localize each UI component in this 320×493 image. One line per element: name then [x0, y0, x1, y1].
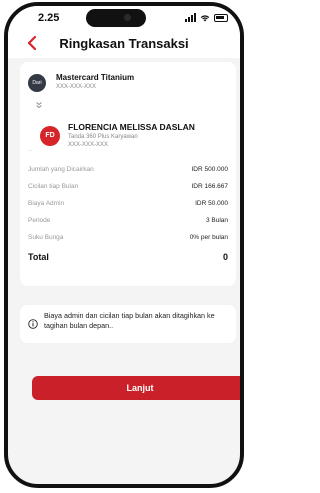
detail-list: Jumlah yang Dicairkan IDR 500.000 Cicila…: [28, 162, 228, 267]
detail-row-amount: Jumlah yang Dicairkan IDR 500.000: [28, 162, 228, 179]
detail-value: 0% per bulan: [189, 234, 228, 241]
detail-row-interest: Suku Bunga 0% per bulan: [28, 230, 228, 247]
total-row: Total 0: [28, 247, 228, 267]
info-note-text: Biaya admin dan cicilan tiap bulan akan …: [44, 311, 215, 330]
destination-avatar: FD: [40, 126, 60, 146]
continue-button[interactable]: Lanjut: [32, 376, 240, 400]
detail-value: 3 Bulan: [205, 217, 228, 224]
detail-label: Suku Bunga: [28, 234, 64, 241]
detail-row-installment: Cicilan tiap Bulan IDR 166.667: [28, 179, 228, 196]
source-account-name: Mastercard Titanium: [56, 73, 135, 82]
transaction-summary-card: Dari Mastercard Titanium XXX-XXX-XXX Jum…: [20, 62, 236, 286]
source-account-number: XXX-XXX-XXX: [56, 84, 97, 90]
status-bar: 2.25: [8, 6, 240, 32]
camera-notch: [86, 9, 146, 27]
detail-label: Biaya Admin: [28, 200, 65, 207]
wifi-icon: [200, 15, 210, 21]
total-value: 0: [222, 252, 228, 262]
detail-label: Jumlah yang Dicairkan: [28, 166, 94, 173]
destination-product: Tanda 360 Plus Karyawan: [68, 134, 138, 140]
source-account: Dari Mastercard Titanium XXX-XXX-XXX: [28, 70, 228, 100]
phone-frame: 2.25 Ringkasan Transaksi Dari Mastercard…: [4, 2, 244, 488]
detail-value: IDR 166.667: [191, 183, 229, 190]
source-avatar: Dari: [28, 74, 46, 92]
detail-row-period: Periode 3 Bulan: [28, 213, 228, 230]
detail-label: Periode: [28, 217, 51, 224]
destination-name: FLORENCIA MELISSA DASLAN: [68, 122, 195, 132]
destination-account: FD FLORENCIA MELISSA DASLAN Tanda 360 Pl…: [32, 116, 236, 156]
signal-icon: [185, 13, 196, 22]
page-header: Ringkasan Transaksi: [8, 32, 240, 58]
info-note-card: Biaya admin dan cicilan tiap bulan akan …: [20, 305, 236, 343]
detail-row-admin-fee: Biaya Admin IDR 50.000: [28, 196, 228, 213]
detail-label: Cicilan tiap Bulan: [28, 183, 79, 190]
info-icon: [28, 319, 38, 329]
status-time: 2.25: [38, 12, 60, 24]
destination-number: XXX-XXX-XXX: [68, 142, 109, 148]
chevron-down-icon: [36, 102, 42, 109]
battery-icon: [214, 13, 228, 22]
detail-value: IDR 500.000: [191, 166, 229, 173]
page-title: Ringkasan Transaksi: [59, 36, 189, 51]
status-icons: [185, 13, 228, 22]
total-label: Total: [28, 252, 49, 262]
detail-value: IDR 50.000: [195, 200, 228, 207]
